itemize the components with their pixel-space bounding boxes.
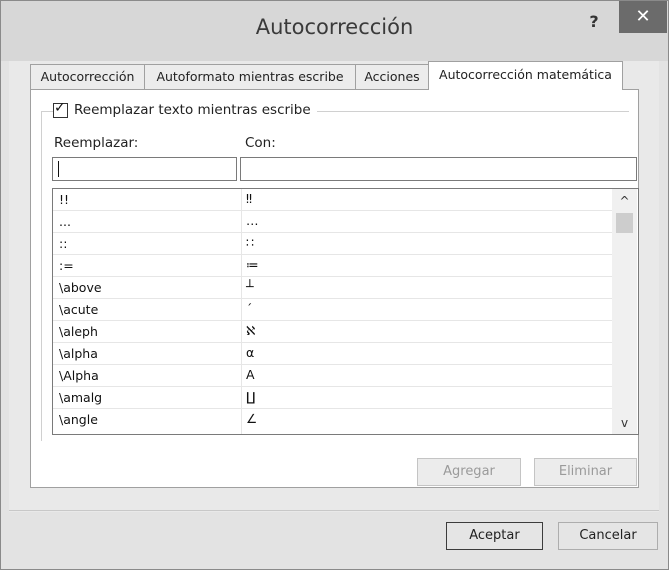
list-item[interactable]: ... … [53, 211, 612, 233]
replace-label: Reemplazar: [54, 135, 139, 151]
autocorrect-dialog: Autocorrección ? ✕ Autocorrección Autofo… [0, 0, 669, 570]
replace-cell: \alpha [59, 346, 98, 361]
ok-button[interactable]: Aceptar [446, 522, 543, 550]
with-cell: ‼ [246, 191, 253, 206]
list-item[interactable]: := ≔ [53, 255, 612, 277]
replace-cell: !! [59, 192, 70, 207]
tab-autoformato[interactable]: Autoformato mientras escribe [144, 64, 356, 89]
with-cell: A [246, 367, 255, 382]
scroll-down-button[interactable]: v [612, 412, 637, 434]
replace-text-checkbox-label: Reemplazar texto mientras escribe [74, 102, 311, 118]
close-button[interactable]: ✕ [619, 1, 667, 33]
replace-cell: \amalg [59, 390, 103, 405]
with-cell: ≔ [246, 257, 259, 272]
vertical-scrollbar[interactable]: ^ v [612, 189, 637, 434]
replace-cell: \aleph [59, 324, 98, 339]
tab-acciones[interactable]: Acciones [355, 64, 429, 89]
chevron-up-icon: ^ [619, 194, 630, 208]
delete-button[interactable]: Eliminar [534, 458, 637, 486]
tab-autocorreccion[interactable]: Autocorrección [30, 64, 145, 89]
scroll-thumb[interactable] [616, 213, 633, 233]
replace-cell: \acute [59, 302, 99, 317]
with-cell: ℵ [246, 323, 256, 338]
with-cell: ∐ [246, 389, 256, 404]
replace-text-checkbox[interactable] [53, 100, 68, 118]
replace-cell: \above [59, 280, 102, 295]
add-button[interactable]: Agregar [417, 458, 521, 486]
list-item[interactable]: \above ┴ [53, 277, 612, 299]
with-input[interactable] [240, 157, 637, 181]
help-button[interactable]: ? [579, 9, 609, 35]
text-caret [58, 161, 59, 177]
title-bar: Autocorrección ? ✕ [1, 1, 668, 61]
list-item[interactable]: \angle ∠ [53, 409, 612, 430]
window-title: Autocorrección [255, 15, 414, 39]
replace-cell: \angle [59, 412, 98, 427]
list-item[interactable]: \Alpha A [53, 365, 612, 387]
with-cell: ∠ [246, 411, 258, 426]
with-cell: ´ [246, 301, 253, 316]
list-item[interactable]: !! ‼ [53, 189, 612, 211]
list-item[interactable]: \aleph ℵ [53, 321, 612, 343]
list-item[interactable]: \acute ´ [53, 299, 612, 321]
cancel-button[interactable]: Cancelar [558, 522, 658, 550]
scroll-up-button[interactable]: ^ [612, 189, 637, 211]
close-icon: ✕ [635, 6, 651, 27]
chevron-down-icon: v [620, 416, 629, 430]
group-border-left [41, 111, 43, 441]
replace-cell: ... [59, 214, 71, 229]
with-cell: … [246, 213, 259, 228]
with-label: Con: [245, 135, 276, 151]
list-item[interactable]: \amalg ∐ [53, 387, 612, 409]
tab-autocorreccion-matematica[interactable]: Autocorrección matemática [428, 61, 623, 90]
replace-cell: := [59, 258, 74, 273]
replace-text-option[interactable]: Reemplazar texto mientras escribe [53, 100, 317, 118]
list-item[interactable]: :: ∷ [53, 233, 612, 255]
replace-cell: \Alpha [59, 368, 99, 383]
autocorrect-list[interactable]: !! ‼ ... … :: ∷ := ≔ \above ┴ \acute ´ \… [52, 188, 639, 435]
footer-separator [9, 510, 659, 511]
list-item[interactable]: \alpha α [53, 343, 612, 365]
replace-input[interactable] [52, 157, 237, 181]
with-cell: ┴ [246, 279, 254, 294]
with-cell: ∷ [246, 235, 254, 250]
with-cell: α [246, 345, 255, 360]
replace-cell: :: [59, 236, 68, 251]
